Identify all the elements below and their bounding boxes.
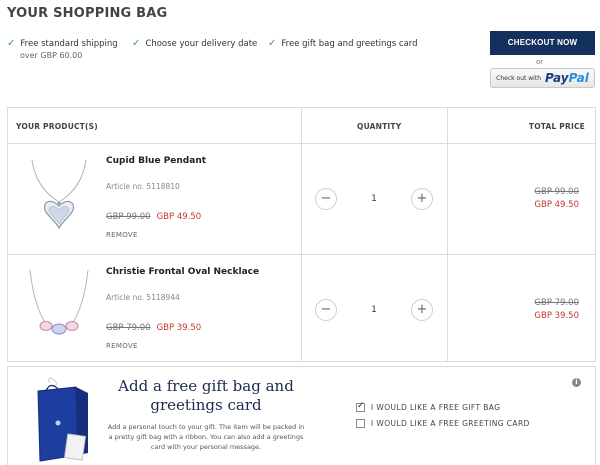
header-quantity: QUANTITY — [357, 122, 402, 131]
gift-section: Add a free gift bag and greetings card A… — [7, 366, 596, 465]
perk-gift-bag: ✓ Free gift bag and greetings card — [268, 38, 418, 49]
paypal-checkout-button[interactable]: Check out with PayPal — [490, 68, 595, 88]
quantity-plus-button[interactable]: + — [411, 299, 433, 321]
quantity-value[interactable]: 1 — [364, 194, 384, 204]
header-total: TOTAL PRICE — [528, 122, 585, 131]
quantity-value[interactable]: 1 — [364, 305, 384, 315]
checkbox-unchecked[interactable] — [356, 419, 365, 428]
divider — [8, 143, 595, 144]
check-icon: ✓ — [268, 38, 277, 49]
checkout-now-button[interactable]: CHECKOUT NOW — [490, 31, 595, 55]
gift-title: Add a free gift bag and greetings card — [118, 377, 294, 414]
gift-bag-image — [37, 377, 88, 462]
gift-bag-checkbox[interactable]: I WOULD LIKE A FREE GIFT BAG — [356, 401, 500, 412]
product-name[interactable]: Cupid Blue Pendant — [106, 156, 206, 166]
divider — [8, 254, 595, 255]
perk-delivery-date: ✓ Choose your delivery date — [132, 38, 258, 49]
paypal-prefix: Check out with — [496, 74, 541, 82]
product-name[interactable]: Christie Frontal Oval Necklace — [106, 267, 259, 277]
product-image-christie-necklace[interactable] — [24, 266, 94, 346]
row-total: GBP 99.00 GBP 49.50 — [534, 187, 579, 210]
perk-free-shipping: ✓ Free standard shipping over GBP 60.00 — [7, 38, 118, 60]
info-icon[interactable]: i — [572, 378, 581, 387]
quantity-plus-button[interactable]: + — [411, 188, 433, 210]
product-image-cupid-pendant[interactable] — [24, 158, 94, 238]
check-icon: ✓ — [7, 38, 16, 49]
page-title: YOUR SHOPPING BAG — [7, 6, 168, 21]
header-product: YOUR PRODUCT(S) — [16, 122, 98, 131]
article-number: Article no. 5118810 — [106, 182, 180, 191]
checkbox-checked[interactable] — [356, 401, 365, 412]
quantity-minus-button[interactable]: − — [315, 299, 337, 321]
article-number: Article no. 5118944 — [106, 293, 180, 302]
or-label: or — [536, 58, 544, 66]
greeting-card-checkbox[interactable]: I WOULD LIKE A FREE GREETING CARD — [356, 419, 530, 428]
row-total: GBP 79.00 GBP 39.50 — [534, 298, 579, 321]
unit-price: GBP 99.00 GBP 49.50 — [106, 212, 202, 222]
check-icon: ✓ — [132, 38, 141, 49]
quantity-minus-button[interactable]: − — [315, 188, 337, 210]
divider — [447, 108, 448, 361]
paypal-logo: PayPal — [545, 71, 589, 85]
remove-link[interactable]: REMOVE — [106, 342, 138, 350]
unit-price: GBP 79.00 GBP 39.50 — [106, 323, 202, 333]
remove-link[interactable]: REMOVE — [106, 231, 138, 239]
cart-table: YOUR PRODUCT(S) QUANTITY TOTAL PRICE Cup… — [7, 107, 596, 362]
divider — [301, 108, 302, 361]
gift-description: Add a personal touch to your gift. The i… — [107, 423, 305, 451]
